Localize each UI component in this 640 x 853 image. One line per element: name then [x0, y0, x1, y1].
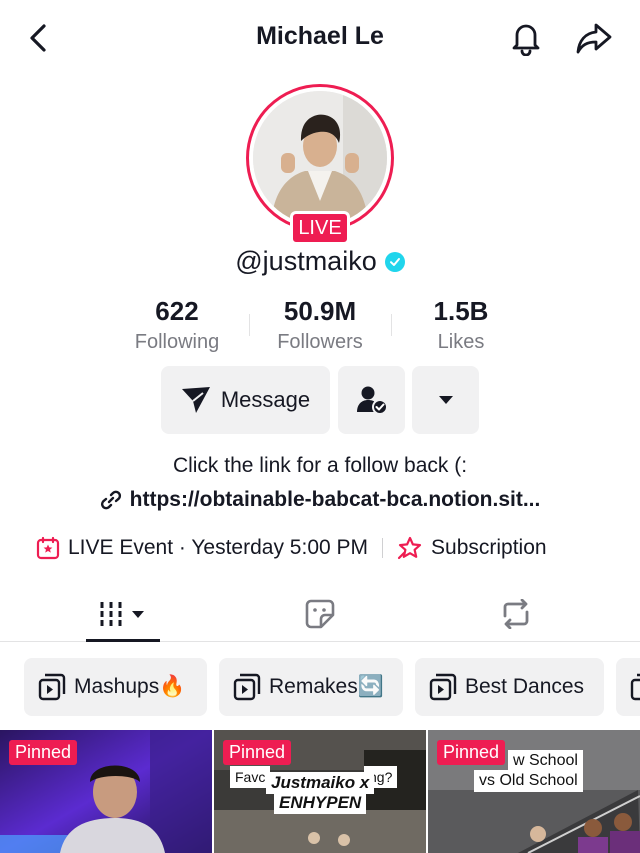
user-check-icon: [356, 386, 388, 415]
event-row: LIVE Event · Yesterday 5:00 PM Subscript…: [36, 534, 547, 562]
bio-link[interactable]: https://obtainable-babcat-bca.notion.sit…: [0, 488, 640, 512]
playlist-icon: [429, 673, 457, 701]
message-button[interactable]: Message: [161, 366, 330, 434]
tab-videos[interactable]: [86, 592, 160, 636]
pinned-badge: Pinned: [9, 740, 78, 765]
stat-likes[interactable]: 1.5B Likes: [391, 296, 531, 354]
grid-bars-icon: [100, 602, 144, 626]
playlist-pill[interactable]: [616, 658, 640, 716]
tab-liked[interactable]: [290, 592, 350, 636]
live-badge[interactable]: LIVE: [290, 211, 350, 245]
pinned-badge: Pinned: [437, 740, 506, 765]
live-event-link[interactable]: LIVE Event · Yesterday 5:00 PM: [68, 536, 368, 560]
video-thumbnail[interactable]: Pinned w School vs Old School: [428, 730, 640, 853]
divider: [382, 538, 384, 558]
stat-value: 50.9M: [283, 296, 357, 326]
avatar-photo: [253, 91, 387, 225]
tab-reposts[interactable]: [486, 592, 546, 636]
verified-badge-icon: [384, 251, 405, 272]
stat-label: Followers: [277, 331, 363, 353]
share-arrow-icon: [576, 23, 612, 54]
video-thumbnail[interactable]: Pinned Favc ng? Justmaiko x ENHYPEN: [214, 730, 426, 853]
video-caption: ENHYPEN: [274, 792, 367, 814]
stat-followers[interactable]: 50.9M Followers: [250, 296, 390, 354]
stat-label: Likes: [437, 331, 485, 353]
playlist-pill[interactable]: Remakes🔄: [219, 658, 403, 716]
stat-value: 622: [155, 296, 199, 326]
subscription-link[interactable]: Subscription: [431, 536, 547, 560]
playlist-label: Mashups🔥: [74, 675, 186, 698]
playlist-label: Best Dances: [465, 675, 585, 698]
stat-label: Following: [134, 331, 220, 353]
avatar[interactable]: [246, 84, 394, 232]
playlist-label: Remakes🔄: [269, 675, 384, 698]
playlist-pill[interactable]: Best Dances: [415, 658, 604, 716]
playlist-icon: [38, 673, 66, 701]
video-grid: Pinned Pinned Favc ng? Justmaiko x ENHYP…: [0, 730, 640, 853]
playlist-row: Mashups🔥 Remakes🔄 Best Dances: [0, 658, 640, 716]
pinned-badge: Pinned: [223, 740, 292, 765]
username: @justmaiko: [235, 246, 377, 276]
send-icon: [181, 387, 210, 413]
calendar-star-icon: [36, 536, 60, 560]
stat-following[interactable]: 622 Following: [107, 296, 247, 354]
link-icon: [100, 490, 121, 510]
notifications-button[interactable]: [506, 18, 546, 58]
bell-icon: [512, 24, 540, 56]
sticker-icon: [305, 599, 335, 629]
content-tabs: [0, 588, 640, 642]
subscription-star-icon: [397, 536, 422, 560]
caret-down-icon: [438, 396, 453, 404]
playlist-pill[interactable]: Mashups🔥: [24, 658, 207, 716]
video-caption: vs Old School: [474, 770, 583, 792]
repost-icon: [503, 599, 529, 629]
active-tab-indicator: [86, 639, 160, 642]
playlist-icon: [233, 673, 261, 701]
bio-text: Click the link for a follow back (:: [172, 454, 468, 477]
more-suggestions-button[interactable]: [412, 366, 479, 434]
stat-value: 1.5B: [433, 296, 489, 326]
bio-link-text: https://obtainable-babcat-bca.notion.sit…: [129, 488, 541, 511]
following-status-button[interactable]: [338, 366, 405, 434]
video-caption: Favc: [230, 766, 271, 788]
handle-row: @justmaiko: [0, 246, 640, 277]
message-label: Message: [220, 387, 311, 412]
video-thumbnail[interactable]: Pinned: [0, 730, 212, 853]
top-bar: Michael Le: [0, 0, 640, 76]
playlist-icon: [630, 673, 640, 701]
video-caption: Justmaiko x: [266, 772, 375, 794]
video-caption: w School: [508, 750, 583, 772]
share-button[interactable]: [572, 18, 616, 58]
